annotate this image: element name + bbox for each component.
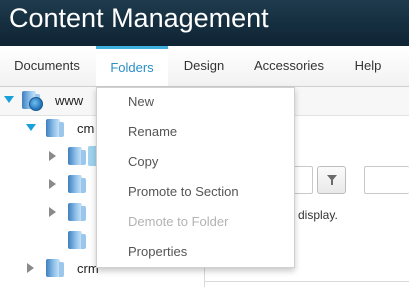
filter-button[interactable]	[317, 166, 346, 194]
menu-item-demote-to-folder: Demote to Folder	[128, 214, 229, 229]
tree-label-cm: cm	[77, 121, 95, 136]
funnel-stem	[331, 180, 333, 185]
menu-item-rename[interactable]: Rename	[128, 123, 177, 141]
expand-arrow-icon[interactable]	[4, 96, 14, 103]
menu-item-new[interactable]: New	[128, 93, 154, 111]
collapse-arrow-icon[interactable]	[49, 207, 56, 217]
menu-accessories[interactable]: Accessories	[242, 46, 336, 86]
main-menu-bar: Documents Folders Design Accessories Hel…	[0, 46, 409, 87]
app-header: Content Management	[0, 0, 409, 46]
folder-icon	[68, 175, 86, 193]
folder-icon	[46, 119, 64, 137]
collapse-arrow-icon[interactable]	[49, 151, 56, 161]
folders-dropdown-menu: New Rename Copy Promote to Section Demot…	[96, 87, 295, 268]
menu-item-copy[interactable]: Copy	[128, 153, 158, 171]
folder-icon	[68, 231, 86, 249]
globe-icon	[29, 97, 43, 111]
tree-label-www: www	[55, 93, 84, 108]
expand-arrow-icon[interactable]	[26, 124, 36, 131]
menu-folders[interactable]: Folders	[96, 46, 168, 86]
panel-bottom-border	[204, 281, 409, 282]
menu-help[interactable]: Help	[342, 46, 394, 86]
menu-documents[interactable]: Documents	[0, 46, 94, 86]
menu-item-properties[interactable]: Properties	[128, 243, 187, 261]
collapse-arrow-icon[interactable]	[27, 263, 34, 273]
search-input[interactable]	[364, 166, 409, 194]
menu-item-promote-to-section[interactable]: Promote to Section	[128, 183, 239, 201]
app-title: Content Management	[9, 3, 269, 33]
folder-icon	[68, 203, 86, 221]
empty-message: display.	[298, 208, 338, 222]
collapse-arrow-icon[interactable]	[49, 179, 56, 189]
folder-icon	[68, 147, 86, 165]
menu-design[interactable]: Design	[170, 46, 238, 86]
folder-icon	[46, 259, 64, 277]
